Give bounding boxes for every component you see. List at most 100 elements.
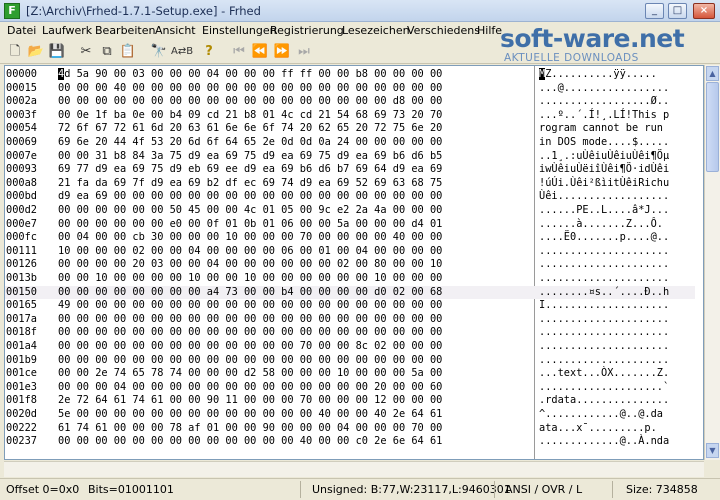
scroll-thumb[interactable] [706,82,719,172]
row-ascii[interactable]: ..................... [539,313,669,327]
row-bytes[interactable]: 00 00 00 00 00 00 00 00 00 00 00 00 00 4… [58,435,442,449]
row-ascii[interactable]: ......PE..L....â*J... [539,204,669,218]
row-ascii[interactable]: ata...x¯.........p. [539,422,657,436]
menu-laufwerk[interactable]: Laufwerk [42,24,92,37]
scroll-down-icon[interactable]: ▼ [706,443,719,458]
row-bytes[interactable]: 00 00 00 00 00 00 00 00 a4 73 00 00 b4 0… [58,286,442,300]
row-ascii[interactable]: iwÙêiuÙëiîÙêi¶Ö·idÙêi [539,163,669,177]
maximize-button[interactable]: □ [668,3,687,19]
row-bytes[interactable]: 00 00 2e 74 65 78 74 00 00 00 d2 58 00 0… [58,367,442,381]
row-ascii[interactable]: !úÚi.Ùêi²ßìitÙêiRichu [539,177,669,191]
row-bytes[interactable]: 00 00 00 00 20 03 00 00 04 00 00 00 00 0… [58,258,442,272]
menu-einstellungen[interactable]: Einstellungen [202,24,277,37]
menu-bearbeiten[interactable]: Bearbeiten [95,24,155,37]
row-ascii[interactable]: in DOS mode....$..... [539,136,669,150]
row-bytes[interactable]: 69 77 d9 ea 69 75 d9 eb 69 ee d9 ea 69 b… [58,163,442,177]
row-bytes[interactable]: 00 00 31 b8 84 3a 75 d9 ea 69 75 d9 ea 6… [58,150,442,164]
vertical-scrollbar[interactable]: ▲ ▼ [704,65,720,460]
row-offset: 0002a [6,95,37,108]
row-bytes[interactable]: 4d 5a 90 00 03 00 00 00 04 00 00 00 ff f… [58,68,442,82]
row-bytes[interactable]: 00 00 00 00 00 00 00 00 00 00 00 00 00 0… [58,326,442,340]
cut-icon[interactable]: ✂ [77,43,95,61]
row-ascii[interactable]: ..................... [539,258,669,272]
replace-icon[interactable]: A⇄B [171,43,193,61]
paste-icon[interactable]: 📋 [119,43,137,61]
last-icon[interactable]: ⏭ [295,43,313,61]
row-ascii[interactable]: ....................` [539,381,669,395]
new-file-icon[interactable]: 🗋 [6,43,24,61]
row-bytes[interactable]: 10 00 00 00 02 00 00 04 00 00 00 00 06 0… [58,245,442,259]
hex-row: 00111 10 00 00 00 02 00 00 04 00 00 00 00… [5,245,695,259]
row-bytes[interactable]: 72 6f 67 72 61 6d 20 63 61 6e 6e 6f 74 2… [58,122,442,136]
row-bytes[interactable]: 00 0e 1f ba 0e 00 b4 09 cd 21 b8 01 4c c… [58,109,442,123]
row-ascii[interactable]: rogram cannot be run [539,122,663,136]
row-ascii[interactable]: ..1¸.:uÙêiuÙêiuÙêi¶Öµ [539,150,669,164]
row-bytes[interactable]: 21 fa da 69 7f d9 ea 69 b2 df ec 69 74 d… [58,177,442,191]
row-bytes[interactable]: 61 74 61 00 00 00 78 af 01 00 00 90 00 0… [58,422,442,436]
row-ascii[interactable]: ...@................. [539,82,669,96]
row-bytes[interactable]: 00 00 00 00 00 00 00 00 00 00 00 00 00 7… [58,340,442,354]
row-bytes[interactable]: 5e 00 00 00 00 00 00 00 00 00 00 00 00 0… [58,408,442,422]
row-bytes[interactable]: 00 00 00 00 00 00 50 45 00 00 4c 01 05 0… [58,204,442,218]
row-offset: 001f8 [6,394,37,407]
first-icon[interactable]: ⏮ [230,43,248,61]
row-ascii[interactable]: ..................... [539,272,669,286]
row-ascii[interactable]: ...º..´.Í!¸.LÍ!This p [539,109,669,123]
find-icon[interactable]: 🔭 [150,43,168,61]
menu-registrierung[interactable]: Registrierung [270,24,344,37]
row-ascii[interactable]: ..................... [539,245,669,259]
save-icon[interactable]: 💾 [48,43,66,61]
close-button[interactable]: × [693,3,715,19]
row-ascii[interactable]: ........¤s..´....Ð..h [539,286,669,300]
scroll-up-icon[interactable]: ▲ [706,66,719,81]
title-bar: F [Z:\Archiv\Frhed-1.7.1-Setup.exe] - Fr… [0,0,720,22]
menu-lesezeichen[interactable]: Lesezeichen [342,24,410,37]
row-bytes[interactable]: 00 00 10 00 00 00 00 10 00 00 10 00 00 0… [58,272,442,286]
menu-ansicht[interactable]: Ansicht [155,24,196,37]
menu-verschiedens[interactable]: Verschiedens [407,24,480,37]
row-bytes[interactable]: 00 00 00 00 00 00 e0 00 0f 01 0b 01 06 0… [58,218,442,232]
horizontal-scrollbar[interactable] [4,461,704,477]
next-icon[interactable]: ⏩ [273,43,291,61]
row-bytes[interactable]: 00 00 00 04 00 00 00 00 00 00 00 00 00 0… [58,381,442,395]
row-bytes[interactable]: 00 00 00 00 00 00 00 00 00 00 00 00 00 0… [58,354,442,368]
copy-icon[interactable]: ⧉ [98,43,116,61]
row-offset: 0018f [6,326,37,339]
row-ascii[interactable]: I.................... [539,299,669,313]
hex-view[interactable]: 00000 4d 5a 90 00 03 00 00 00 04 00 00 00… [4,65,704,460]
row-bytes[interactable]: 2e 72 64 61 74 61 00 00 90 11 00 00 00 7… [58,394,442,408]
row-bytes[interactable]: 00 00 00 00 00 00 00 00 00 00 00 00 00 0… [58,313,442,327]
row-ascii[interactable]: ....Ë0.......p....@.. [539,231,669,245]
row-bytes[interactable]: 49 00 00 00 00 00 00 00 00 00 00 00 00 0… [58,299,442,313]
status-offset: Offset 0=0x0 [6,483,80,496]
row-ascii[interactable]: .rdata............... [539,394,669,408]
row-ascii[interactable]: ......à.......Z...Ô. [539,218,663,232]
hex-row: 001e3 00 00 00 04 00 00 00 00 00 00 00 00… [5,381,695,395]
menu-datei[interactable]: Datei [7,24,36,37]
row-ascii[interactable]: MZ..........ÿÿ..... [539,68,657,82]
row-ascii[interactable]: ..................... [539,354,669,368]
hex-row: 00015 00 00 00 40 00 00 00 00 00 00 00 00… [5,82,695,96]
row-ascii[interactable]: ...text...ÒX.......Z. [539,367,669,381]
menu-hilfe[interactable]: Hilfe [477,24,502,37]
row-ascii[interactable]: ^............@..@.da [539,408,663,422]
help-icon[interactable]: ? [200,43,218,61]
minimize-button[interactable]: _ [645,3,664,19]
row-ascii[interactable]: ..................... [539,326,669,340]
row-offset: 000d2 [6,204,37,216]
row-ascii[interactable]: ..................... [539,340,669,354]
row-bytes[interactable]: 69 6e 20 44 4f 53 20 6d 6f 64 65 2e 0d 0… [58,136,442,150]
hex-row: 001f8 2e 72 64 61 74 61 00 00 90 11 00 00… [5,394,695,408]
row-ascii[interactable]: ..................Ø.. [539,95,669,109]
row-bytes[interactable]: 00 00 00 40 00 00 00 00 00 00 00 00 00 0… [58,82,442,96]
row-ascii[interactable]: Ùêi.................. [539,190,669,204]
open-folder-icon[interactable]: 📂 [27,43,45,61]
row-offset: 00126 [6,258,37,271]
row-bytes[interactable]: 00 04 00 00 cb 30 00 00 00 10 00 00 00 7… [58,231,442,245]
row-offset: 00111 [6,244,37,257]
row-bytes[interactable]: 00 00 00 00 00 00 00 00 00 00 00 00 00 0… [58,95,442,109]
row-bytes[interactable]: d9 ea 69 00 00 00 00 00 00 00 00 00 00 0… [58,190,442,204]
row-offset: 000bd [6,190,37,203]
row-ascii[interactable]: .............@..À.nda [539,435,669,449]
prev-icon[interactable]: ⏪ [251,43,269,61]
